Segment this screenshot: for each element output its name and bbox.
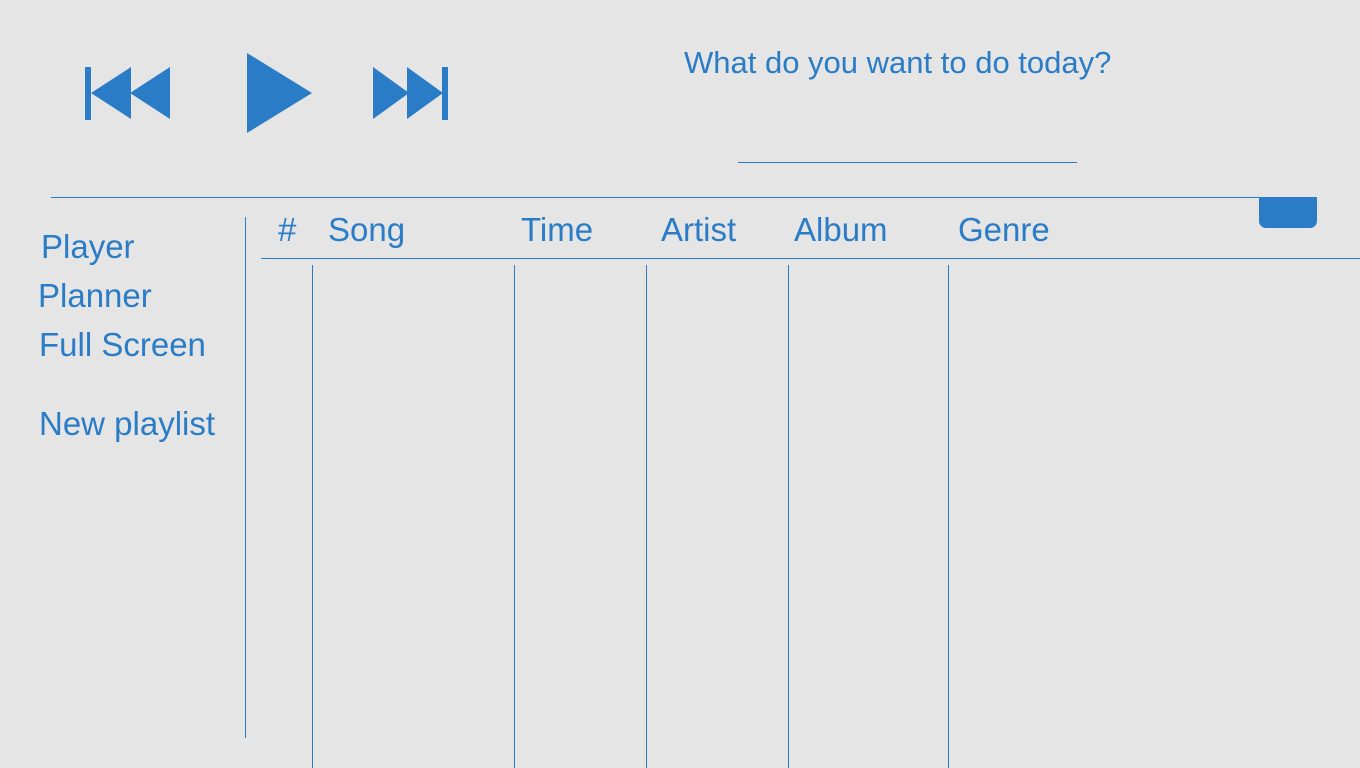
header-divider [51,197,1317,198]
table-header-divider [261,258,1360,259]
search-input[interactable] [738,128,1077,163]
sidebar-item-full-screen[interactable]: Full Screen [39,326,206,364]
sidebar-item-player[interactable]: Player [41,228,135,266]
column-divider [312,265,313,768]
sidebar-divider [245,217,246,738]
column-divider [948,265,949,768]
skip-next-icon[interactable] [371,66,449,121]
column-header-genre[interactable]: Genre [958,211,1050,249]
collapse-tab-button[interactable] [1259,197,1317,228]
column-header-album[interactable]: Album [794,211,888,249]
play-icon[interactable] [246,52,314,135]
skip-previous-icon[interactable] [84,66,172,121]
sidebar-item-new-playlist[interactable]: New playlist [39,405,215,443]
column-divider [646,265,647,768]
column-header-time[interactable]: Time [521,211,593,249]
sidebar-item-planner[interactable]: Planner [38,277,152,315]
column-header-artist[interactable]: Artist [661,211,736,249]
search-prompt: What do you want to do today? [684,45,1112,80]
column-header-song[interactable]: Song [328,211,405,249]
column-divider [514,265,515,768]
column-divider [788,265,789,768]
column-header-number[interactable]: # [278,211,296,249]
